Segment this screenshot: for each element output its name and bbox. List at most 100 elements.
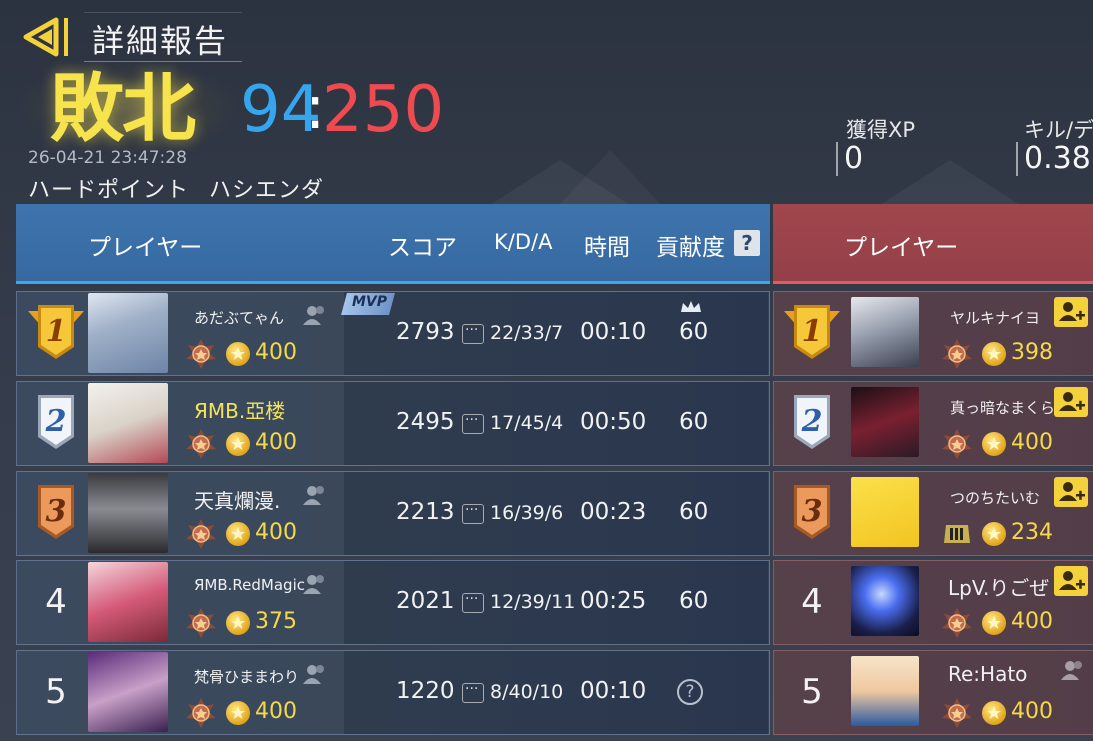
player-name[interactable]: Re:Hato xyxy=(948,662,1027,686)
player-points: 400 xyxy=(255,430,297,455)
rank-number: 4 xyxy=(801,582,823,622)
player-name[interactable]: LpV.りごぜ xyxy=(948,572,1049,601)
star-coin-icon xyxy=(982,611,1006,635)
player-points: 400 xyxy=(255,340,297,365)
player-avatar[interactable] xyxy=(88,473,168,553)
back-arrow-icon xyxy=(23,17,68,57)
svg-text:1: 1 xyxy=(46,314,67,349)
rank-badge-icon: 2 xyxy=(794,395,830,449)
blue-col-player: プレイヤー xyxy=(88,235,203,261)
add-friend-icon[interactable] xyxy=(302,662,328,686)
player-contribution: 60 xyxy=(679,319,709,345)
add-friend-icon[interactable] xyxy=(1060,658,1086,682)
player-contribution: 60 xyxy=(679,499,709,525)
stat-label-kd: キル/デ xyxy=(1024,118,1093,142)
player-score: 2495 xyxy=(396,409,455,435)
player-time: 00:50 xyxy=(580,409,647,435)
rank-emblem-icon xyxy=(942,429,972,459)
star-coin-icon xyxy=(982,342,1006,366)
player-name[interactable]: ЯMB.亞楼 xyxy=(194,395,285,424)
col-score: スコア xyxy=(388,235,457,261)
add-friend-button[interactable] xyxy=(1054,566,1088,596)
star-coin-icon xyxy=(226,342,250,366)
page-title: 詳細報告 xyxy=(92,22,229,60)
contribution-help-icon[interactable]: ? xyxy=(734,230,760,256)
player-contribution: 60 xyxy=(679,409,709,435)
player-kda: 8/40/10 xyxy=(490,681,564,703)
player-avatar[interactable] xyxy=(88,652,168,732)
player-avatar[interactable] xyxy=(88,383,168,463)
more-options-icon[interactable] xyxy=(462,412,484,434)
player-kda: 22/33/7 xyxy=(490,322,564,344)
player-points: 400 xyxy=(1011,430,1053,455)
add-friend-icon[interactable] xyxy=(302,303,328,327)
rank-badge-icon: 3 xyxy=(794,485,830,539)
back-button[interactable] xyxy=(22,14,74,60)
player-name[interactable]: あだぶてゃん xyxy=(194,307,284,328)
player-avatar[interactable] xyxy=(851,297,919,367)
rank-emblem-icon xyxy=(186,429,216,459)
star-coin-icon xyxy=(982,522,1006,546)
add-friend-icon[interactable] xyxy=(302,483,328,507)
red-col-player: プレイヤー xyxy=(844,235,959,261)
player-name[interactable]: ヤルキナイヨ xyxy=(950,307,1040,328)
rank-emblem-icon xyxy=(186,698,216,728)
match-info: ハードポイント ハシエンダ xyxy=(28,172,324,204)
svg-text:2: 2 xyxy=(801,404,823,439)
add-friend-icon xyxy=(1059,482,1085,501)
player-score: 2213 xyxy=(396,499,455,525)
player-time: 00:10 xyxy=(580,678,647,704)
player-name[interactable]: 真っ暗なまくら xyxy=(950,397,1055,418)
svg-text:1: 1 xyxy=(802,314,823,349)
rank-emblem-icon xyxy=(942,339,972,369)
stat-value-xp: 0 xyxy=(836,142,863,176)
star-coin-icon xyxy=(226,522,250,546)
add-friend-button[interactable] xyxy=(1054,297,1088,327)
player-name[interactable]: 梵骨ひままわり xyxy=(194,666,299,687)
rank-emblem-icon xyxy=(944,525,970,543)
star-coin-icon xyxy=(226,432,250,456)
match-mode: ハードポイント xyxy=(28,178,190,203)
star-coin-icon xyxy=(226,701,250,725)
player-avatar[interactable] xyxy=(851,387,919,457)
player-points: 234 xyxy=(1011,520,1053,545)
more-options-icon[interactable] xyxy=(462,591,484,613)
player-time: 00:25 xyxy=(580,588,647,614)
stat-label-xp: 獲得XP xyxy=(846,118,916,142)
stat-value-kd: 0.38 xyxy=(1016,142,1091,176)
match-map: ハシエンダ xyxy=(209,178,325,203)
rank-badge-icon: 3 xyxy=(38,485,74,539)
player-points: 400 xyxy=(255,520,297,545)
player-points: 400 xyxy=(255,699,297,724)
player-kda: 12/39/11 xyxy=(490,591,576,613)
player-points: 375 xyxy=(255,609,297,634)
player-time: 00:10 xyxy=(580,319,647,345)
contribution-unknown-icon[interactable]: ? xyxy=(677,679,703,705)
player-name[interactable]: ЯMB.RedMagic xyxy=(194,576,305,594)
player-avatar[interactable] xyxy=(851,477,919,547)
rank-emblem-icon xyxy=(942,698,972,728)
player-avatar[interactable] xyxy=(88,293,168,373)
add-friend-button[interactable] xyxy=(1054,477,1088,507)
rank-emblem-icon xyxy=(186,339,216,369)
player-name[interactable]: 天真爛漫. xyxy=(194,485,280,514)
rank-badge-icon: 1 xyxy=(28,305,84,359)
player-avatar[interactable] xyxy=(851,566,919,636)
rank-emblem-icon xyxy=(942,608,972,638)
player-score: 1220 xyxy=(396,678,455,704)
player-avatar[interactable] xyxy=(851,656,919,726)
match-result: 敗北 xyxy=(50,66,196,152)
add-friend-icon xyxy=(1059,302,1085,321)
add-friend-icon xyxy=(1059,571,1085,590)
add-friend-icon xyxy=(1059,392,1085,411)
more-options-icon[interactable] xyxy=(462,322,484,344)
more-options-icon[interactable] xyxy=(462,502,484,524)
player-avatar[interactable] xyxy=(88,562,168,642)
col-contribution: 貢献度 xyxy=(656,235,725,261)
star-coin-icon xyxy=(982,432,1006,456)
add-friend-icon[interactable] xyxy=(302,572,328,596)
more-options-icon[interactable] xyxy=(462,681,484,703)
player-name[interactable]: つのちたいむ xyxy=(950,487,1040,508)
add-friend-button[interactable] xyxy=(1054,387,1088,417)
team-score-red: 250 xyxy=(322,73,445,147)
